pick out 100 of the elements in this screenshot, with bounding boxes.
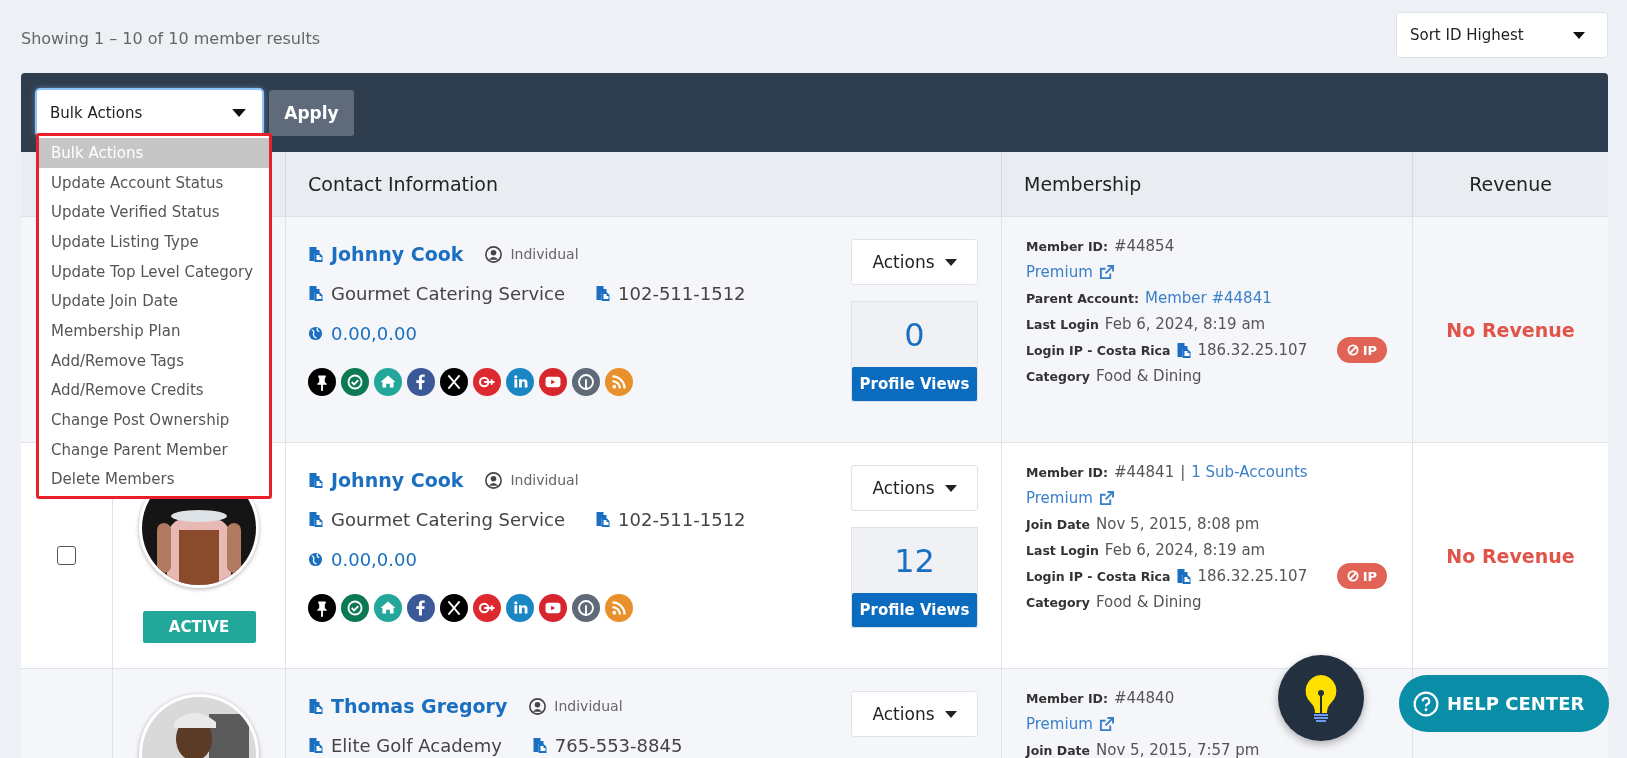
field-value: Food & Dining <box>1095 367 1202 385</box>
menu-option[interactable]: Update Account Status <box>39 167 269 198</box>
copy-icon[interactable] <box>595 511 611 527</box>
youtube-icon[interactable] <box>539 594 567 622</box>
field-value: Nov 5, 2015, 8:08 pm <box>1096 515 1260 533</box>
copy-icon[interactable] <box>595 285 611 301</box>
pin-icon[interactable] <box>308 368 336 396</box>
menu-option[interactable]: Membership Plan <box>39 316 269 346</box>
view-count: 0 <box>903 314 926 356</box>
sub-accounts-link[interactable]: 1 Sub-Accounts <box>1191 463 1308 481</box>
field-value: Feb 6, 2024, 8:19 am <box>1104 315 1266 333</box>
pin-icon[interactable] <box>308 594 336 622</box>
copy-icon[interactable] <box>308 737 323 753</box>
external-link-icon <box>1098 264 1114 280</box>
external-link-icon <box>1098 716 1114 732</box>
copy-icon[interactable] <box>308 246 323 262</box>
plan-link[interactable]: Premium <box>1026 263 1093 281</box>
globe-icon <box>308 325 323 341</box>
home-icon[interactable] <box>374 594 402 622</box>
copy-icon[interactable] <box>531 737 547 753</box>
ban-icon <box>1346 344 1359 356</box>
linkedin-icon[interactable] <box>506 368 534 396</box>
person-icon <box>485 471 503 489</box>
copy-icon[interactable] <box>1176 342 1192 358</box>
menu-option[interactable]: Change Parent Member <box>39 434 269 465</box>
member-name-link[interactable]: Johnny Cook <box>331 243 464 265</box>
pinterest-icon[interactable] <box>572 594 600 622</box>
person-icon <box>529 697 547 715</box>
copy-icon[interactable] <box>308 698 323 714</box>
phone-number: 102-511-1512 <box>618 282 746 304</box>
check-icon[interactable] <box>341 594 369 622</box>
menu-option[interactable]: Change Post Ownership <box>39 405 269 435</box>
field-label: Login IP - Costa Rica <box>1026 342 1171 358</box>
status-badge: ACTIVE <box>142 611 256 643</box>
person-icon <box>485 245 503 263</box>
menu-option[interactable]: Delete Members <box>39 464 269 495</box>
field-value: Food & Dining <box>1095 593 1202 611</box>
caret-icon <box>1573 31 1585 39</box>
block-ip-button[interactable]: IP <box>1336 563 1387 589</box>
facebook-icon[interactable] <box>407 594 435 622</box>
check-icon[interactable] <box>341 368 369 396</box>
google-plus-icon[interactable] <box>473 594 501 622</box>
menu-option[interactable]: Update Verified Status <box>39 197 269 228</box>
actions-dropdown[interactable]: Actions <box>851 465 978 511</box>
menu-option[interactable]: Add/Remove Tags <box>39 345 269 376</box>
caret-icon <box>944 710 957 718</box>
facebook-icon[interactable] <box>407 368 435 396</box>
caret-icon <box>944 484 957 492</box>
revenue-value: No Revenue <box>1446 544 1575 567</box>
sort-dropdown[interactable]: Sort ID Highest <box>1396 12 1608 58</box>
coordinates-link[interactable]: 0.00,0.00 <box>331 548 417 570</box>
revenue-value: No Revenue <box>1446 318 1575 341</box>
field-label: Member ID: <box>1026 690 1108 706</box>
actions-dropdown[interactable]: Actions <box>851 239 978 285</box>
home-icon[interactable] <box>374 368 402 396</box>
caret-icon <box>232 108 246 117</box>
question-icon <box>1413 690 1439 717</box>
google-plus-icon[interactable] <box>473 368 501 396</box>
bulk-actions-select[interactable]: Bulk Actions <box>37 90 262 135</box>
view-count: 12 <box>893 540 936 582</box>
apply-button[interactable]: Apply <box>269 89 354 136</box>
company-name: Elite Golf Academy <box>331 734 502 756</box>
menu-option[interactable]: Update Listing Type <box>39 227 269 257</box>
phone-number: 102-511-1512 <box>618 508 746 530</box>
field-label: Category <box>1026 594 1090 610</box>
x-icon[interactable] <box>440 368 468 396</box>
field-label: Join Date <box>1026 516 1091 532</box>
field-label: Join Date <box>1026 742 1091 758</box>
profile-views-button[interactable]: Profile Views <box>852 367 977 401</box>
pinterest-icon[interactable] <box>572 368 600 396</box>
copy-icon[interactable] <box>308 472 323 488</box>
copy-icon[interactable] <box>308 511 323 527</box>
field-value: Nov 5, 2015, 7:57 pm <box>1096 741 1260 758</box>
results-summary: Showing 1 – 10 of 10 member results <box>21 29 321 48</box>
parent-account-link[interactable]: Member #44841 <box>1145 289 1272 307</box>
coordinates-link[interactable]: 0.00,0.00 <box>331 322 417 344</box>
plan-link[interactable]: Premium <box>1026 715 1093 733</box>
field-label: Last Login <box>1026 542 1099 558</box>
field-label: Category <box>1026 368 1090 384</box>
copy-icon[interactable] <box>1176 568 1192 584</box>
menu-option[interactable]: Update Join Date <box>39 286 269 317</box>
youtube-icon[interactable] <box>539 368 567 396</box>
separator: | <box>1180 463 1186 481</box>
member-name-link[interactable]: Thomas Gregory <box>331 695 508 717</box>
block-ip-button[interactable]: IP <box>1336 337 1387 363</box>
copy-icon[interactable] <box>308 285 323 301</box>
linkedin-icon[interactable] <box>506 594 534 622</box>
row-checkbox[interactable] <box>57 546 76 565</box>
x-icon[interactable] <box>440 594 468 622</box>
profile-views-button[interactable]: Profile Views <box>852 593 977 627</box>
member-id: #44840 <box>1113 689 1175 707</box>
member-name-link[interactable]: Johnny Cook <box>331 469 464 491</box>
ip-address: 186.32.25.107 <box>1197 341 1308 359</box>
plan-link[interactable]: Premium <box>1026 489 1093 507</box>
menu-option[interactable]: Update Top Level Category <box>39 256 269 287</box>
menu-option[interactable]: Add/Remove Credits <box>39 375 269 406</box>
help-center-button[interactable]: HELP CENTER <box>1399 675 1609 732</box>
field-label: Member ID: <box>1026 238 1108 254</box>
actions-dropdown[interactable]: Actions <box>851 691 978 737</box>
globe-icon <box>308 551 323 567</box>
